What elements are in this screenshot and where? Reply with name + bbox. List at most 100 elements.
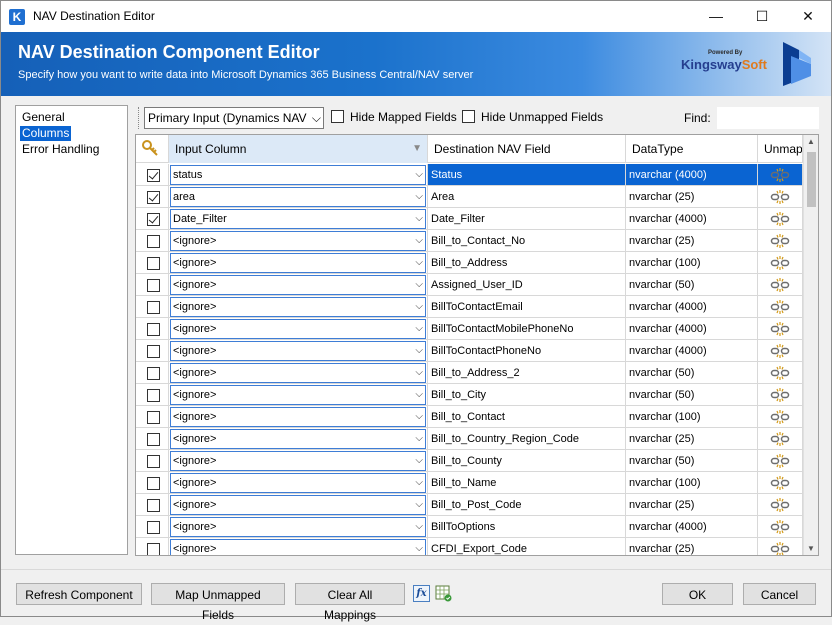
close-button[interactable]: ✕ [785, 1, 831, 32]
table-row[interactable]: <ignore> ⌵ CFDI_Export_Code nvarchar (25) [136, 538, 803, 556]
table-row[interactable]: <ignore> ⌵ Bill_to_Contact_No nvarchar (25) [136, 230, 803, 252]
unmap-link-icon[interactable] [770, 321, 790, 337]
input-column-select[interactable]: <ignore> ⌵ [170, 231, 426, 251]
input-column-select[interactable]: <ignore> ⌵ [170, 495, 426, 515]
row-checkbox[interactable] [147, 169, 160, 182]
input-column-select[interactable]: <ignore> ⌵ [170, 539, 426, 555]
unmap-header[interactable]: Unmap [758, 135, 803, 163]
input-column-select[interactable]: <ignore> ⌵ [170, 297, 426, 317]
unmap-link-icon[interactable] [770, 233, 790, 249]
row-checkbox[interactable] [147, 345, 160, 358]
nav-item-columns[interactable]: Columns [20, 126, 72, 141]
table-row[interactable]: area ⌵ Area nvarchar (25) [136, 186, 803, 208]
key-column-header[interactable] [136, 135, 169, 163]
input-column-select[interactable]: <ignore> ⌵ [170, 275, 426, 295]
unmap-link-icon[interactable] [770, 365, 790, 381]
unmap-link-icon[interactable] [770, 497, 790, 513]
unmap-link-icon[interactable] [770, 475, 790, 491]
row-checkbox[interactable] [147, 213, 160, 226]
row-checkbox[interactable] [147, 477, 160, 490]
unmap-link-icon[interactable] [770, 431, 790, 447]
input-column-select[interactable]: <ignore> ⌵ [170, 341, 426, 361]
refresh-component-button[interactable]: Refresh Component [16, 583, 142, 605]
scroll-up-icon[interactable]: ▲ [807, 137, 815, 146]
table-row[interactable]: <ignore> ⌵ Bill_to_Address_2 nvarchar (50) [136, 362, 803, 384]
maximize-button[interactable]: ☐ [739, 1, 785, 32]
destination-field-header[interactable]: Destination NAV Field [428, 135, 626, 163]
input-column-header[interactable]: Input Column ▼ [169, 135, 428, 163]
unmap-link-icon[interactable] [770, 189, 790, 205]
row-checkbox[interactable] [147, 521, 160, 534]
table-row[interactable]: <ignore> ⌵ Bill_to_Name nvarchar (100) [136, 472, 803, 494]
row-checkbox[interactable] [147, 411, 160, 424]
hide-mapped-checkbox[interactable] [331, 110, 344, 123]
nav-item-error-handling[interactable]: Error Handling [20, 142, 101, 157]
input-column-select[interactable]: area ⌵ [170, 187, 426, 207]
hide-unmapped-label: Hide Unmapped Fields [481, 110, 604, 124]
cancel-button[interactable]: Cancel [743, 583, 816, 605]
unmap-link-icon[interactable] [770, 211, 790, 227]
scroll-thumb[interactable] [807, 152, 816, 207]
table-row[interactable]: <ignore> ⌵ Assigned_User_ID nvarchar (50) [136, 274, 803, 296]
input-column-select[interactable]: Date_Filter ⌵ [170, 209, 426, 229]
input-column-select[interactable]: <ignore> ⌵ [170, 363, 426, 383]
unmap-link-icon[interactable] [770, 387, 790, 403]
table-row[interactable]: <ignore> ⌵ Bill_to_Address nvarchar (100) [136, 252, 803, 274]
input-column-select[interactable]: <ignore> ⌵ [170, 451, 426, 471]
input-column-select[interactable]: <ignore> ⌵ [170, 473, 426, 493]
unmap-link-icon[interactable] [770, 343, 790, 359]
table-row[interactable]: <ignore> ⌵ BillToContactEmail nvarchar (400… [136, 296, 803, 318]
table-row[interactable]: <ignore> ⌵ BillToContactMobilePhoneNo nvarc… [136, 318, 803, 340]
input-column-select[interactable]: <ignore> ⌵ [170, 407, 426, 427]
table-row[interactable]: status ⌵ Status nvarchar (4000) [136, 164, 803, 186]
scroll-down-icon[interactable]: ▼ [807, 544, 815, 553]
nav-item-general[interactable]: General [20, 110, 67, 125]
row-checkbox[interactable] [147, 367, 160, 380]
grid-export-icon[interactable] [435, 585, 452, 602]
table-row[interactable]: <ignore> ⌵ BillToContactPhoneNo nvarchar (4… [136, 340, 803, 362]
table-row[interactable]: <ignore> ⌵ BillToOptions nvarchar (4000) [136, 516, 803, 538]
unmap-link-icon[interactable] [770, 167, 790, 183]
clear-all-mappings-button[interactable]: Clear All Mappings [295, 583, 405, 622]
row-checkbox[interactable] [147, 191, 160, 204]
unmap-link-icon[interactable] [770, 453, 790, 469]
datatype-header[interactable]: DataType [626, 135, 758, 163]
row-checkbox[interactable] [147, 455, 160, 468]
unmap-link-icon[interactable] [770, 299, 790, 315]
grid-vertical-scrollbar[interactable]: ▲ ▼ [803, 135, 818, 555]
chevron-down-icon: ⌵ [415, 323, 423, 334]
ok-button[interactable]: OK [662, 583, 733, 605]
input-source-select[interactable]: Primary Input (Dynamics NAV ⌵ [144, 107, 324, 129]
row-checkbox[interactable] [147, 389, 160, 402]
table-row[interactable]: Date_Filter ⌵ Date_Filter nvarchar (4000) [136, 208, 803, 230]
input-column-select[interactable]: <ignore> ⌵ [170, 429, 426, 449]
row-checkbox[interactable] [147, 301, 160, 314]
table-row[interactable]: <ignore> ⌵ Bill_to_Country_Region_Code nvar… [136, 428, 803, 450]
table-row[interactable]: <ignore> ⌵ Bill_to_Contact nvarchar (100) [136, 406, 803, 428]
table-row[interactable]: <ignore> ⌵ Bill_to_City nvarchar (50) [136, 384, 803, 406]
row-checkbox[interactable] [147, 235, 160, 248]
row-checkbox[interactable] [147, 323, 160, 336]
row-checkbox[interactable] [147, 543, 160, 555]
row-checkbox[interactable] [147, 257, 160, 270]
unmap-link-icon[interactable] [770, 541, 790, 556]
minimize-button[interactable]: — [693, 1, 739, 32]
row-checkbox[interactable] [147, 499, 160, 512]
expression-fx-icon[interactable]: fx [413, 585, 430, 602]
unmap-link-icon[interactable] [770, 409, 790, 425]
hide-unmapped-checkbox[interactable] [462, 110, 475, 123]
row-checkbox[interactable] [147, 279, 160, 292]
unmap-link-icon[interactable] [770, 277, 790, 293]
map-unmapped-fields-button[interactable]: Map Unmapped Fields [151, 583, 285, 622]
input-column-select[interactable]: <ignore> ⌵ [170, 253, 426, 273]
unmap-link-icon[interactable] [770, 255, 790, 271]
input-column-select[interactable]: <ignore> ⌵ [170, 385, 426, 405]
input-column-select[interactable]: <ignore> ⌵ [170, 319, 426, 339]
input-column-select[interactable]: <ignore> ⌵ [170, 517, 426, 537]
table-row[interactable]: <ignore> ⌵ Bill_to_Post_Code nvarchar (25) [136, 494, 803, 516]
row-checkbox[interactable] [147, 433, 160, 446]
find-input[interactable] [717, 107, 819, 129]
unmap-link-icon[interactable] [770, 519, 790, 535]
table-row[interactable]: <ignore> ⌵ Bill_to_County nvarchar (50) [136, 450, 803, 472]
input-column-select[interactable]: status ⌵ [170, 165, 426, 185]
